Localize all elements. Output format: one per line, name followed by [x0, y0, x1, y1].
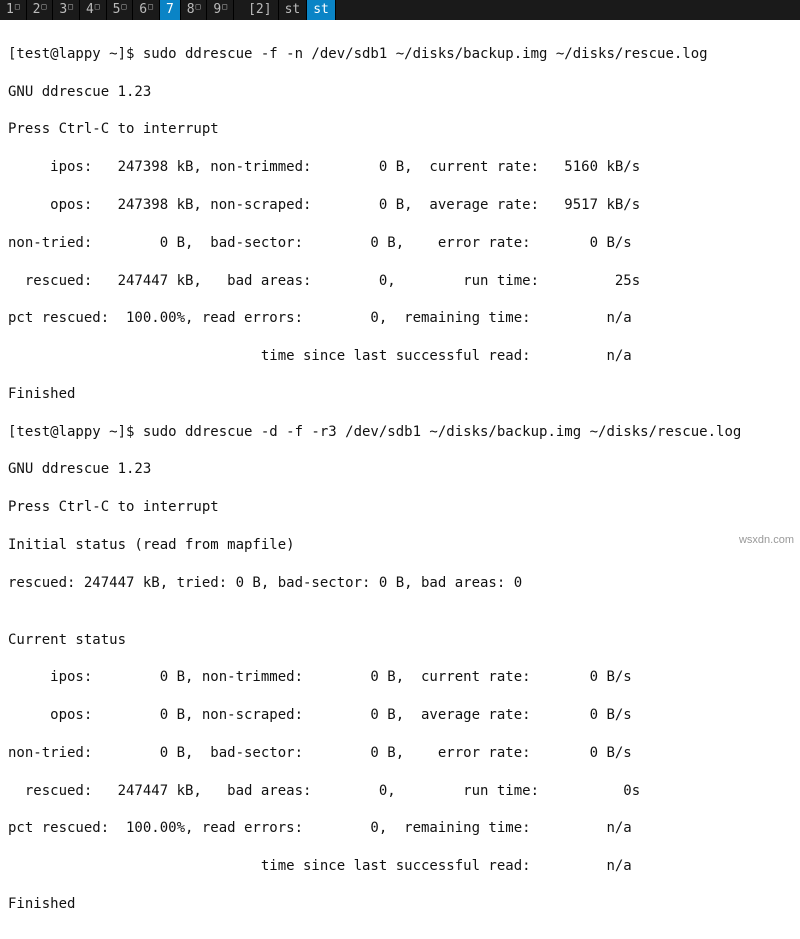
- output-line: time since last successful read: n/a: [8, 347, 792, 366]
- output-line: Finished: [8, 895, 792, 914]
- window-count: [2]: [242, 0, 278, 20]
- output-line: GNU ddrescue 1.23: [8, 460, 792, 479]
- output-line: non-tried: 0 B, bad-sector: 0 B, error r…: [8, 744, 792, 763]
- output-line: time since last successful read: n/a: [8, 857, 792, 876]
- workspace-tab-7[interactable]: 7: [160, 0, 181, 20]
- window-tab-st-1[interactable]: st: [279, 0, 308, 20]
- output-line: pct rescued: 100.00%, read errors: 0, re…: [8, 309, 792, 328]
- output-line: non-tried: 0 B, bad-sector: 0 B, error r…: [8, 234, 792, 253]
- workspace-tab-4[interactable]: 4□: [80, 0, 107, 20]
- prompt-line-1: [test@lappy ~]$ sudo ddrescue -f -n /dev…: [8, 45, 792, 64]
- output-line: Finished: [8, 385, 792, 404]
- output-line: Press Ctrl-C to interrupt: [8, 120, 792, 139]
- output-line: rescued: 247447 kB, tried: 0 B, bad-sect…: [8, 574, 792, 593]
- output-line: Press Ctrl-C to interrupt: [8, 498, 792, 517]
- output-line: ipos: 247398 kB, non-trimmed: 0 B, curre…: [8, 158, 792, 177]
- workspace-tab-5[interactable]: 5□: [107, 0, 134, 20]
- shell-prompt: [test@lappy ~]$: [8, 46, 143, 62]
- window-tab-st-2[interactable]: st: [307, 0, 336, 20]
- terminal-output[interactable]: [test@lappy ~]$ sudo ddrescue -f -n /dev…: [0, 20, 800, 939]
- workspace-tab-1[interactable]: 1□: [0, 0, 27, 20]
- command-text: sudo ddrescue -d -f -r3 /dev/sdb1 ~/disk…: [143, 424, 741, 440]
- output-line: rescued: 247447 kB, bad areas: 0, run ti…: [8, 272, 792, 291]
- output-line: pct rescued: 100.00%, read errors: 0, re…: [8, 819, 792, 838]
- output-line: Initial status (read from mapfile): [8, 536, 792, 555]
- output-line: opos: 247398 kB, non-scraped: 0 B, avera…: [8, 196, 792, 215]
- command-text: sudo ddrescue -f -n /dev/sdb1 ~/disks/ba…: [143, 46, 708, 62]
- watermark: wsxdn.com: [739, 533, 794, 548]
- workspace-tab-2[interactable]: 2□: [27, 0, 54, 20]
- output-line: ipos: 0 B, non-trimmed: 0 B, current rat…: [8, 668, 792, 687]
- window-tabbar: 1□ 2□ 3□ 4□ 5□ 6□ 7 8□ 9□ [2] st st: [0, 0, 800, 20]
- output-line: GNU ddrescue 1.23: [8, 83, 792, 102]
- output-line: opos: 0 B, non-scraped: 0 B, average rat…: [8, 706, 792, 725]
- output-line: rescued: 247447 kB, bad areas: 0, run ti…: [8, 782, 792, 801]
- workspace-tab-9[interactable]: 9□: [207, 0, 234, 20]
- prompt-line-2: [test@lappy ~]$ sudo ddrescue -d -f -r3 …: [8, 423, 792, 442]
- workspace-tab-3[interactable]: 3□: [53, 0, 80, 20]
- workspace-tab-6[interactable]: 6□: [133, 0, 160, 20]
- shell-prompt: [test@lappy ~]$: [8, 424, 143, 440]
- workspace-tab-8[interactable]: 8□: [181, 0, 208, 20]
- output-line: Current status: [8, 631, 792, 650]
